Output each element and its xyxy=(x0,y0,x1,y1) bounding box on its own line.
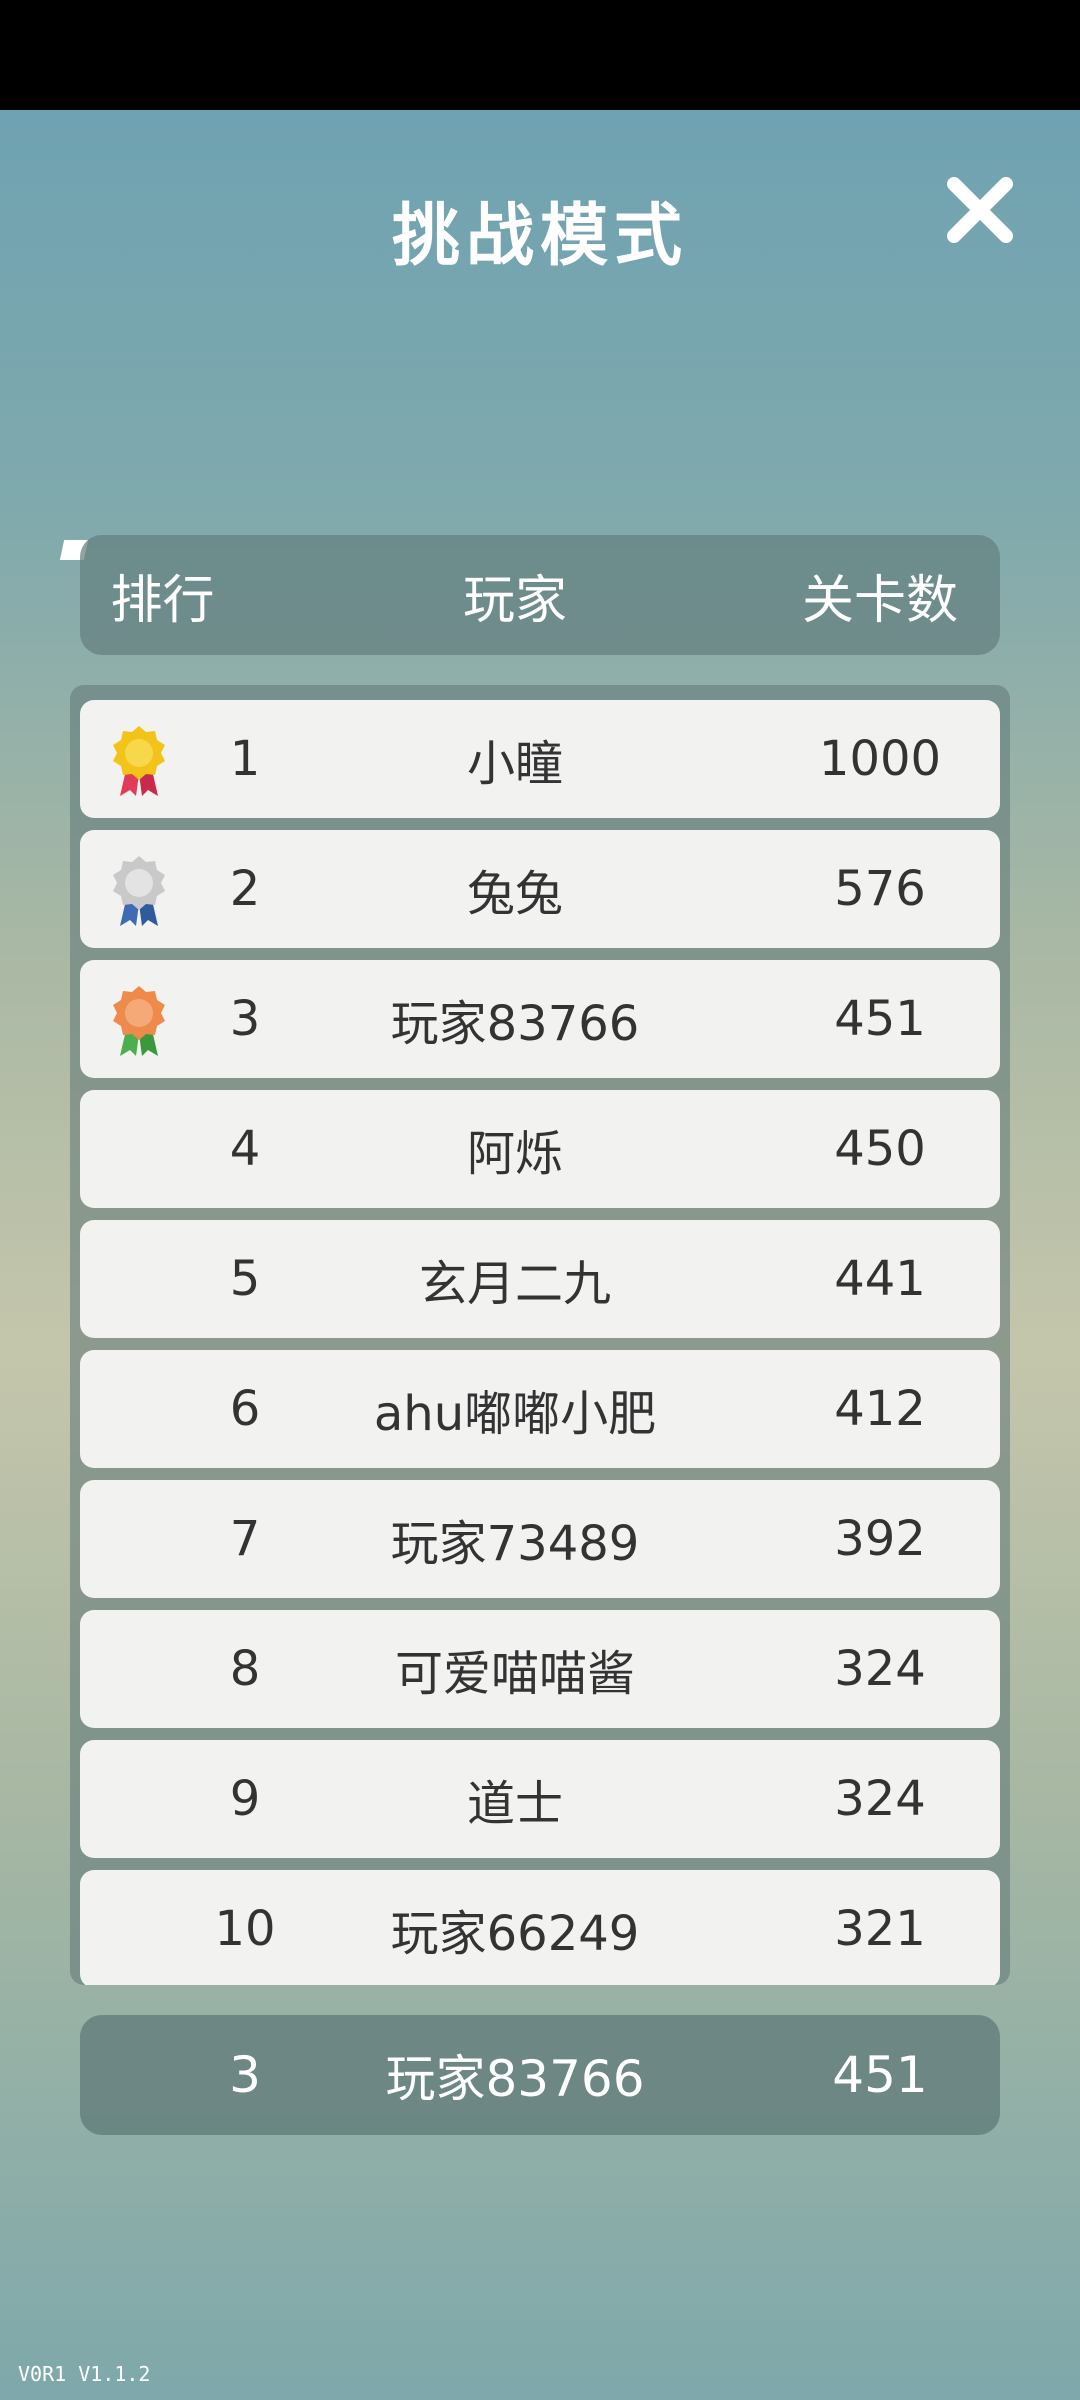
leaderboard-row[interactable]: 2 兔兔 576 xyxy=(80,830,1000,948)
leaderboard-row[interactable]: 1 小瞳 1000 xyxy=(80,700,1000,818)
header-rank-label: 排行 xyxy=(110,570,215,631)
leaderboard-header: 排行 玩家 关卡数 xyxy=(80,535,1000,655)
my-rank-bar: 3 玩家83766 451 xyxy=(80,2015,1000,2135)
leaderboard-list[interactable]: 1 小瞳 1000 2 兔兔 576 3 玩家83766 451 4 阿烁 45… xyxy=(70,685,1010,1985)
bronze-medal-icon xyxy=(110,984,168,1058)
close-icon xyxy=(947,177,1013,243)
leaderboard-row[interactable]: 6 ahu嘟嘟小肥 412 xyxy=(80,1350,1000,1468)
player-name: 兔兔 xyxy=(466,866,563,922)
header-levels-label: 关卡数 xyxy=(801,570,958,631)
level-count: 392 xyxy=(834,1511,926,1567)
player-name: 道士 xyxy=(466,1776,563,1832)
my-rank-number: 3 xyxy=(229,2046,261,2104)
my-player-name: 玩家83766 xyxy=(385,2050,645,2108)
level-count: 451 xyxy=(834,991,926,1047)
silver-medal-icon xyxy=(110,854,168,928)
level-count: 321 xyxy=(834,1901,926,1957)
player-name: 小瞳 xyxy=(466,736,563,792)
player-name: 玄月二九 xyxy=(418,1256,611,1312)
gold-medal-icon xyxy=(110,724,168,798)
leaderboard-row[interactable]: 5 玄月二九 441 xyxy=(80,1220,1000,1338)
rank-number: 3 xyxy=(229,991,261,1047)
level-count: 576 xyxy=(834,861,926,917)
player-name: 可爱喵喵酱 xyxy=(394,1646,635,1702)
leaderboard-row[interactable]: 8 可爱喵喵酱 324 xyxy=(80,1610,1000,1728)
rank-number: 8 xyxy=(229,1641,261,1697)
player-name: 玩家83766 xyxy=(390,996,640,1052)
leaderboard-row[interactable]: 7 玩家73489 392 xyxy=(80,1480,1000,1598)
player-name: 阿烁 xyxy=(466,1126,563,1182)
rank-number: 6 xyxy=(229,1381,261,1437)
leaderboard-row[interactable]: 3 玩家83766 451 xyxy=(80,960,1000,1078)
level-count: 324 xyxy=(834,1641,926,1697)
page-title: 挑战模式 xyxy=(391,197,688,276)
header-player-label: 玩家 xyxy=(462,570,567,631)
my-level-count: 451 xyxy=(832,2046,928,2104)
player-name: ahu嘟嘟小肥 xyxy=(373,1386,657,1442)
level-count: 1000 xyxy=(818,731,942,787)
rank-number: 7 xyxy=(229,1511,261,1567)
version-label: V0R1 V1.1.2 xyxy=(18,2362,151,2386)
leaderboard-row[interactable]: 4 阿烁 450 xyxy=(80,1090,1000,1208)
player-name: 玩家66249 xyxy=(390,1906,640,1962)
rank-number: 5 xyxy=(229,1251,261,1307)
player-name: 玩家73489 xyxy=(390,1516,640,1572)
level-count: 412 xyxy=(834,1381,926,1437)
rank-number: 9 xyxy=(229,1771,261,1827)
rank-number: 10 xyxy=(214,1901,276,1957)
level-count: 450 xyxy=(834,1121,926,1177)
level-count: 324 xyxy=(834,1771,926,1827)
leaderboard-row[interactable]: 9 道士 324 xyxy=(80,1740,1000,1858)
status-bar xyxy=(0,0,1080,110)
rank-number: 4 xyxy=(229,1121,261,1177)
rank-number: 2 xyxy=(229,861,261,917)
leaderboard-row[interactable]: 10 玩家66249 321 xyxy=(80,1870,1000,1985)
level-count: 441 xyxy=(834,1251,926,1307)
rank-number: 1 xyxy=(229,731,261,787)
close-button[interactable] xyxy=(940,170,1020,250)
